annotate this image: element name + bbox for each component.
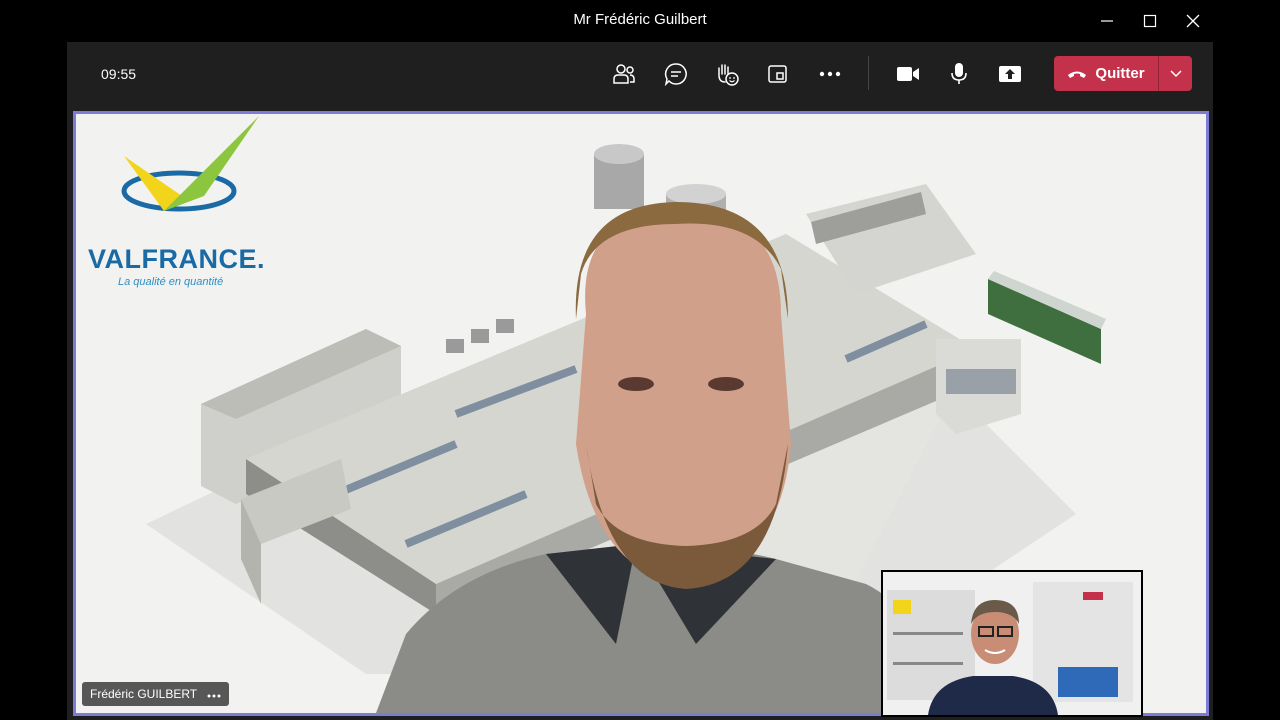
- minimize-icon: [1101, 20, 1113, 22]
- valfrance-logo: VALFRANCE. La qualité en quantité: [84, 116, 284, 296]
- self-view-scene: [883, 572, 1141, 715]
- reactions-button[interactable]: [707, 56, 747, 92]
- microphone-icon: [951, 63, 967, 84]
- window-title: Mr Frédéric Guilbert: [573, 11, 707, 28]
- leave-meeting-control: Quitter: [1054, 56, 1192, 91]
- leave-button[interactable]: Quitter: [1054, 56, 1159, 91]
- meeting-toolbar: 09:55 Quitter: [67, 42, 1213, 108]
- camera-button[interactable]: [888, 56, 928, 92]
- participants-button[interactable]: [604, 56, 644, 92]
- hang-up-icon: [1068, 71, 1087, 78]
- meeting-timer: 09:55: [101, 66, 137, 82]
- toolbar-divider: [868, 56, 869, 90]
- reactions-icon: [718, 64, 739, 86]
- close-icon: [1186, 14, 1200, 28]
- logo-brand-text: VALFRANCE.: [88, 244, 265, 274]
- checkmark-logo-icon: [121, 116, 259, 212]
- chat-button[interactable]: [656, 56, 696, 92]
- chat-icon: [664, 63, 687, 86]
- more-icon: [207, 694, 221, 698]
- self-view-video[interactable]: [881, 570, 1143, 717]
- more-actions-button[interactable]: [810, 56, 850, 92]
- share-tray-button[interactable]: [758, 56, 798, 92]
- participant-name: Frédéric GUILBERT: [90, 687, 198, 701]
- share-screen-icon: [999, 66, 1021, 82]
- camera-icon: [897, 67, 919, 81]
- minimize-button[interactable]: [1091, 6, 1123, 36]
- share-tray-icon: [768, 65, 787, 83]
- participants-icon: [613, 64, 635, 84]
- share-screen-button[interactable]: [990, 56, 1030, 92]
- maximize-button[interactable]: [1134, 6, 1166, 36]
- microphone-button[interactable]: [939, 56, 979, 92]
- more-icon: [819, 71, 841, 77]
- participant-options-button[interactable]: [207, 687, 221, 701]
- logo-tagline: La qualité en quantité: [118, 276, 224, 288]
- chevron-down-icon: [1169, 69, 1182, 77]
- leave-button-label: Quitter: [1095, 65, 1145, 82]
- participant-name-label: Frédéric GUILBERT: [82, 682, 230, 706]
- title-bar: Mr Frédéric Guilbert: [67, 0, 1213, 42]
- maximize-icon: [1143, 14, 1157, 28]
- close-button[interactable]: [1177, 6, 1209, 36]
- leave-options-dropdown[interactable]: [1159, 56, 1192, 91]
